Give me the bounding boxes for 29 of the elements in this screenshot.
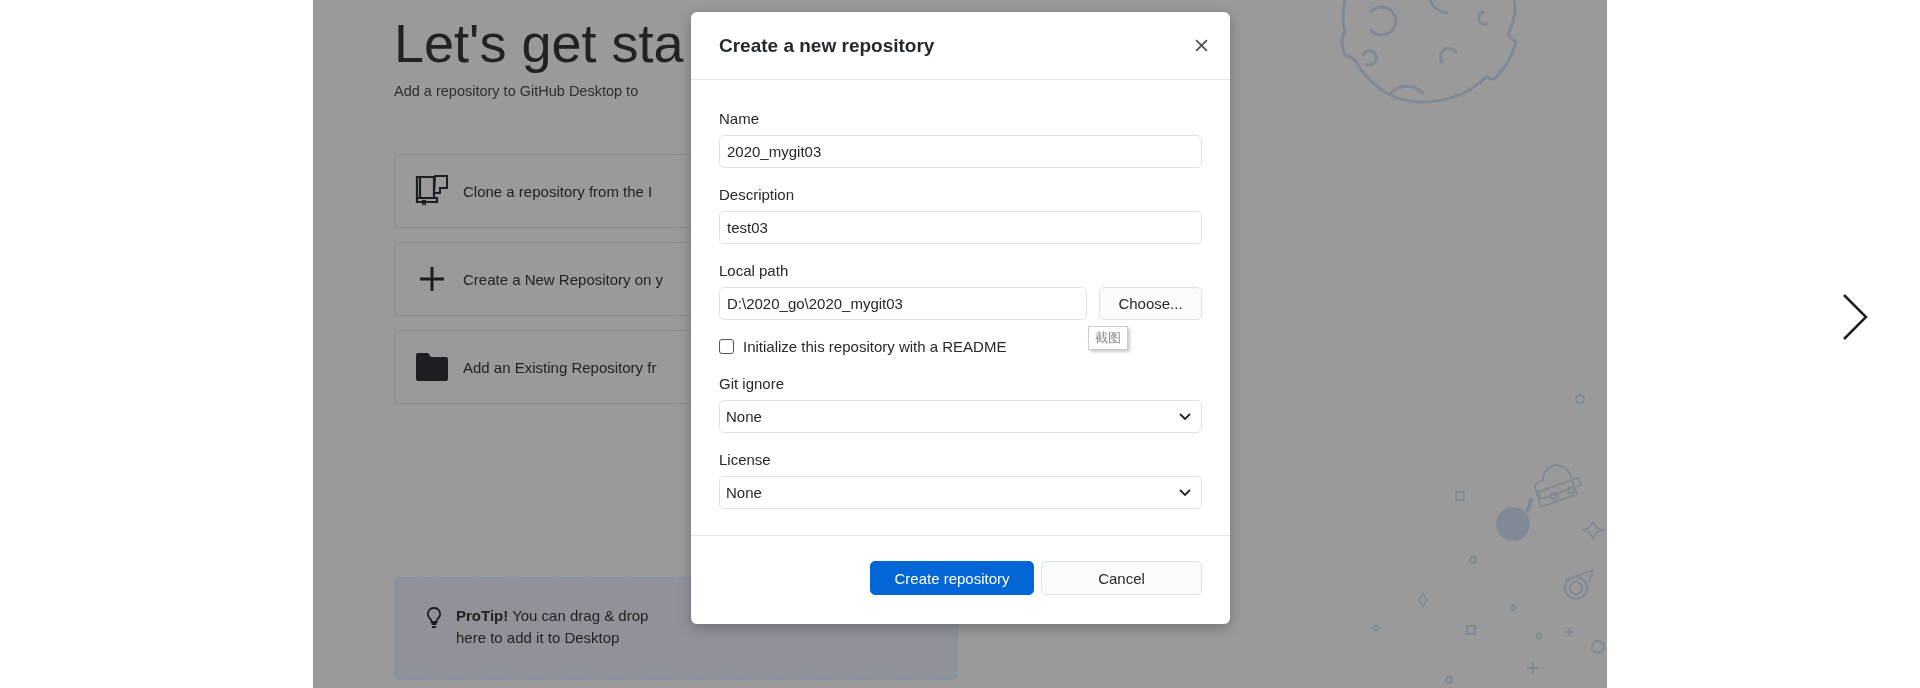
input-field[interactable]: test03 — [719, 211, 1202, 244]
dialog-title: Create a new repository — [719, 34, 935, 57]
lightbulb-icon — [426, 607, 442, 629]
protip-text: here to add it to Desktop — [456, 628, 621, 648]
field-label: License — [719, 451, 772, 469]
checkbox[interactable] — [719, 338, 734, 354]
create-button[interactable]: Create repository — [870, 561, 1034, 595]
cancel-button[interactable]: Cancel — [1041, 561, 1202, 595]
field-label: Local path — [719, 262, 790, 280]
caret-icon — [1179, 412, 1191, 421]
field-label: Git ignore — [719, 375, 786, 393]
dropdown[interactable]: None — [719, 400, 1202, 433]
welcome-subtitle: Add a repository to GitHub Desktop to — [394, 83, 639, 99]
field-label: Name — [719, 110, 760, 128]
dropdown[interactable]: None — [719, 476, 1202, 509]
input-field[interactable]: D:\2020_go\2020_mygit03 — [719, 287, 1087, 320]
choose-button[interactable]: Choose... — [1099, 287, 1202, 320]
chevron-right-icon[interactable] — [1842, 293, 1868, 341]
field-label: Description — [719, 186, 796, 204]
option-label: Add an Existing Repository fr — [463, 358, 657, 376]
close-icon[interactable] — [1195, 39, 1208, 52]
input-field[interactable]: 2020_mygit03 — [719, 135, 1202, 168]
protip-text: ProTip! You can drag & drop — [456, 606, 649, 626]
caret-icon — [1179, 488, 1191, 497]
tooltip: 截图 — [1088, 326, 1128, 350]
book-icon — [415, 175, 449, 207]
option-label: Clone a repository from the I — [463, 182, 653, 200]
folder-icon — [415, 351, 449, 383]
option-label: Create a New Repository on y — [463, 270, 664, 288]
